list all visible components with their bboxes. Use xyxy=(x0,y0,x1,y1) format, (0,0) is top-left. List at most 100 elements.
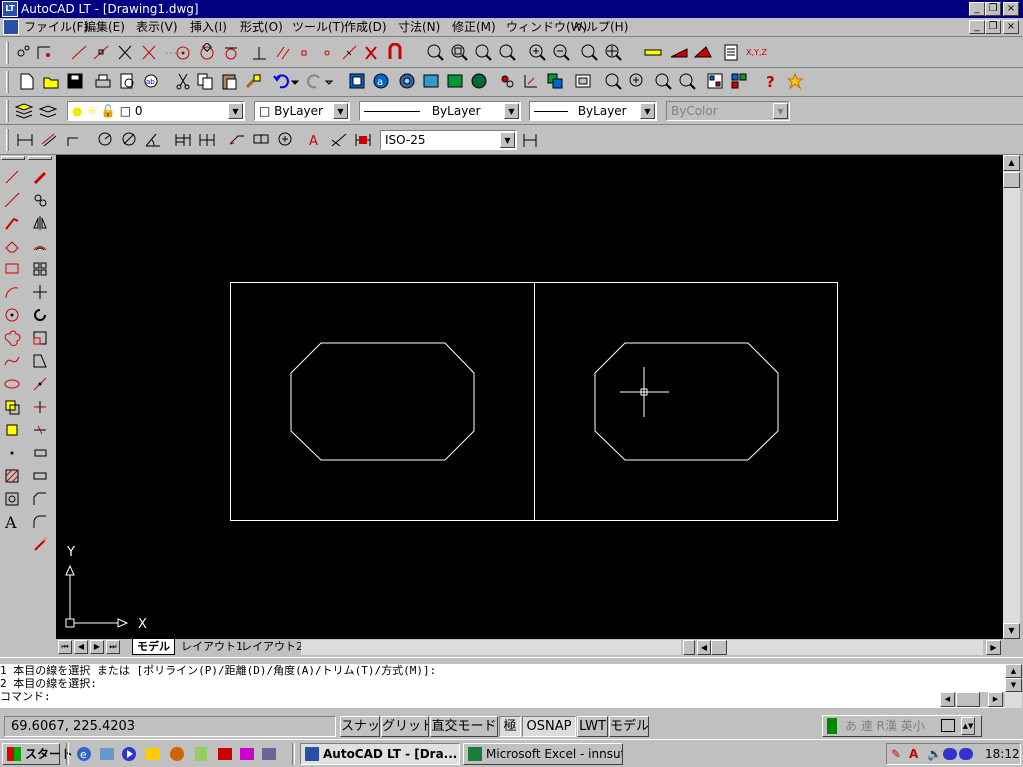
layer-dropdown[interactable]: ● ☼ 🔓 □ 0 ▼ xyxy=(67,101,245,121)
desktop-icon[interactable] xyxy=(146,748,160,760)
toolbar-grip[interactable] xyxy=(6,71,9,93)
left-octagon-shape[interactable] xyxy=(290,342,475,461)
layer-freeze-icon[interactable]: ☼ xyxy=(86,104,97,118)
menu-draw[interactable]: 作成(D) xyxy=(344,19,387,35)
vertical-scrollbar[interactable]: ▲ ▼ xyxy=(1003,155,1020,639)
app-icon-9[interactable] xyxy=(262,748,276,760)
command-hscroll-thumb[interactable] xyxy=(956,692,980,707)
command-scroll-up-icon[interactable]: ▲ xyxy=(1005,664,1022,678)
tray-app-icon-1[interactable] xyxy=(943,748,957,760)
menu-dimension[interactable]: 寸法(N) xyxy=(398,19,440,35)
app-icon-8[interactable] xyxy=(240,748,254,760)
tab-model[interactable]: モデル xyxy=(132,639,175,655)
linetype-control-dropdown[interactable]: ByLayer ▼ xyxy=(359,101,521,121)
drawing-canvas[interactable]: Y X xyxy=(56,155,1003,639)
menu-modify[interactable]: 修正(M) xyxy=(452,19,496,35)
command-window-splitter[interactable] xyxy=(0,657,1023,664)
polar-toggle[interactable]: 極 xyxy=(499,716,521,737)
app-icon-5[interactable] xyxy=(170,747,184,761)
chevron-down-icon[interactable]: ▼ xyxy=(504,103,519,119)
internet-explorer-icon[interactable]: e xyxy=(77,747,91,761)
toolbar-grip[interactable] xyxy=(6,129,9,151)
tab-last-icon[interactable]: ⏭ xyxy=(106,640,120,654)
chevron-down-icon[interactable]: ▼ xyxy=(640,103,655,119)
task-area-grip[interactable] xyxy=(292,743,295,765)
osnap-toggle[interactable]: OSNAP xyxy=(522,716,576,737)
pen-icon[interactable]: ✎ xyxy=(891,747,905,761)
model-toggle[interactable]: モデル xyxy=(609,716,649,737)
quick-launch-grip[interactable] xyxy=(66,743,69,765)
dimension-style-dropdown[interactable]: ISO-25 ▼ xyxy=(380,130,517,150)
scroll-split-handle[interactable] xyxy=(683,640,695,655)
app-icon-6[interactable] xyxy=(195,747,207,761)
tab-prev-icon[interactable]: ◀ xyxy=(74,640,88,654)
horizontal-scroll-thumb[interactable] xyxy=(711,640,727,655)
menu-view[interactable]: 表示(V) xyxy=(136,19,178,35)
command-scroll-down-icon[interactable]: ▼ xyxy=(1005,678,1022,692)
minimize-button[interactable]: _ xyxy=(969,2,985,16)
volume-icon[interactable]: 🔈 xyxy=(927,747,942,761)
tray-app-icon-2[interactable] xyxy=(959,748,973,760)
chevron-down-icon[interactable]: ▼ xyxy=(228,103,243,119)
grid-toggle[interactable]: グリッド xyxy=(381,716,429,737)
ime-grip-icon[interactable] xyxy=(827,718,837,734)
lineweight-control-dropdown[interactable]: ByLayer ▼ xyxy=(529,101,657,121)
snap-toggle[interactable]: スナップ xyxy=(340,716,380,737)
clock[interactable]: 18:12 xyxy=(985,745,1020,763)
ime-toolbar[interactable]: あ 連 R漢 英小 ▲▼ xyxy=(822,715,982,737)
scroll-left-arrow-icon[interactable]: ◀ xyxy=(697,640,711,655)
ime-mode-text[interactable]: あ 連 R漢 英小 xyxy=(845,718,925,734)
doc-minimize-button[interactable]: _ xyxy=(969,20,985,34)
command-hscrollbar[interactable]: ◀ ▶ xyxy=(940,692,1005,707)
command-scroll-left-icon[interactable]: ◀ xyxy=(940,692,955,707)
task-autocad[interactable]: AutoCAD LT - [Dra... xyxy=(300,743,460,765)
media-player-icon[interactable] xyxy=(122,747,136,761)
doc-close-button[interactable]: × xyxy=(1003,20,1019,34)
menu-tools[interactable]: ツール(T) xyxy=(292,19,345,35)
right-octagon-shape[interactable] xyxy=(594,342,779,461)
lwt-toggle[interactable]: LWT xyxy=(577,716,608,737)
horizontal-scroll-track[interactable] xyxy=(727,640,983,655)
menu-insert[interactable]: 挿入(I) xyxy=(190,19,227,35)
color-control-dropdown[interactable]: □ ByLayer ▼ xyxy=(254,101,350,121)
menu-edit[interactable]: 編集(E) xyxy=(84,19,125,35)
vertical-scroll-thumb[interactable] xyxy=(1003,172,1020,188)
coordinate-display[interactable]: 69.6067, 225.4203 xyxy=(4,716,336,737)
outlook-express-icon[interactable] xyxy=(100,748,114,760)
command-window[interactable]: 1 本目の線を選択 または [ポリライン(P)/距離(D)/角度(A)/トリム(… xyxy=(0,664,1005,708)
modify-toolbar-grip[interactable] xyxy=(28,156,52,160)
restore-button[interactable]: ❐ xyxy=(985,2,1001,16)
toolbar-grip[interactable] xyxy=(6,42,9,64)
menu-format[interactable]: 形式(O) xyxy=(240,19,283,35)
layer-lock-icon[interactable]: 🔓 xyxy=(101,104,116,118)
ime-pad-icon[interactable] xyxy=(941,719,955,732)
tab-first-icon[interactable]: ⏮ xyxy=(58,640,72,654)
toolbar-grip[interactable] xyxy=(6,100,9,122)
layer-on-icon[interactable]: ● xyxy=(72,104,82,118)
menu-file[interactable]: ファイル(F) xyxy=(24,19,88,35)
app-icon-7[interactable] xyxy=(218,748,232,760)
command-scrollbar[interactable]: ▲ ▼ xyxy=(1005,664,1022,708)
close-button[interactable]: × xyxy=(1003,2,1019,16)
doc-restore-button[interactable]: ❐ xyxy=(985,20,1001,34)
chevron-down-icon[interactable]: ▼ xyxy=(333,103,348,119)
dimension-style-button[interactable] xyxy=(521,131,541,151)
command-prompt[interactable]: コマンド: xyxy=(0,690,1005,703)
ime-menu-icon[interactable]: ▲▼ xyxy=(961,717,975,735)
tangent-icon xyxy=(225,47,237,60)
tab-layout2[interactable]: レイアウト2 xyxy=(237,639,307,655)
task-excel[interactable]: Microsoft Excel - innsut... xyxy=(463,743,623,765)
scroll-down-arrow-icon[interactable]: ▼ xyxy=(1003,623,1020,639)
ortho-toggle[interactable]: 直交モード xyxy=(430,716,498,737)
language-icon[interactable]: A xyxy=(909,747,923,761)
document-icon[interactable] xyxy=(3,19,19,35)
command-scroll-right-icon[interactable]: ▶ xyxy=(988,692,1003,707)
chevron-down-icon[interactable]: ▼ xyxy=(500,132,515,148)
autocad-app-icon[interactable]: LT xyxy=(2,1,18,17)
menu-help[interactable]: ヘルプ(H) xyxy=(574,19,628,35)
start-button[interactable]: スタート xyxy=(2,743,73,765)
scroll-right-arrow-icon[interactable]: ▶ xyxy=(986,640,1001,655)
draw-toolbar-grip[interactable] xyxy=(1,156,25,160)
tab-next-icon[interactable]: ▶ xyxy=(90,640,104,654)
scroll-up-arrow-icon[interactable]: ▲ xyxy=(1003,155,1020,171)
